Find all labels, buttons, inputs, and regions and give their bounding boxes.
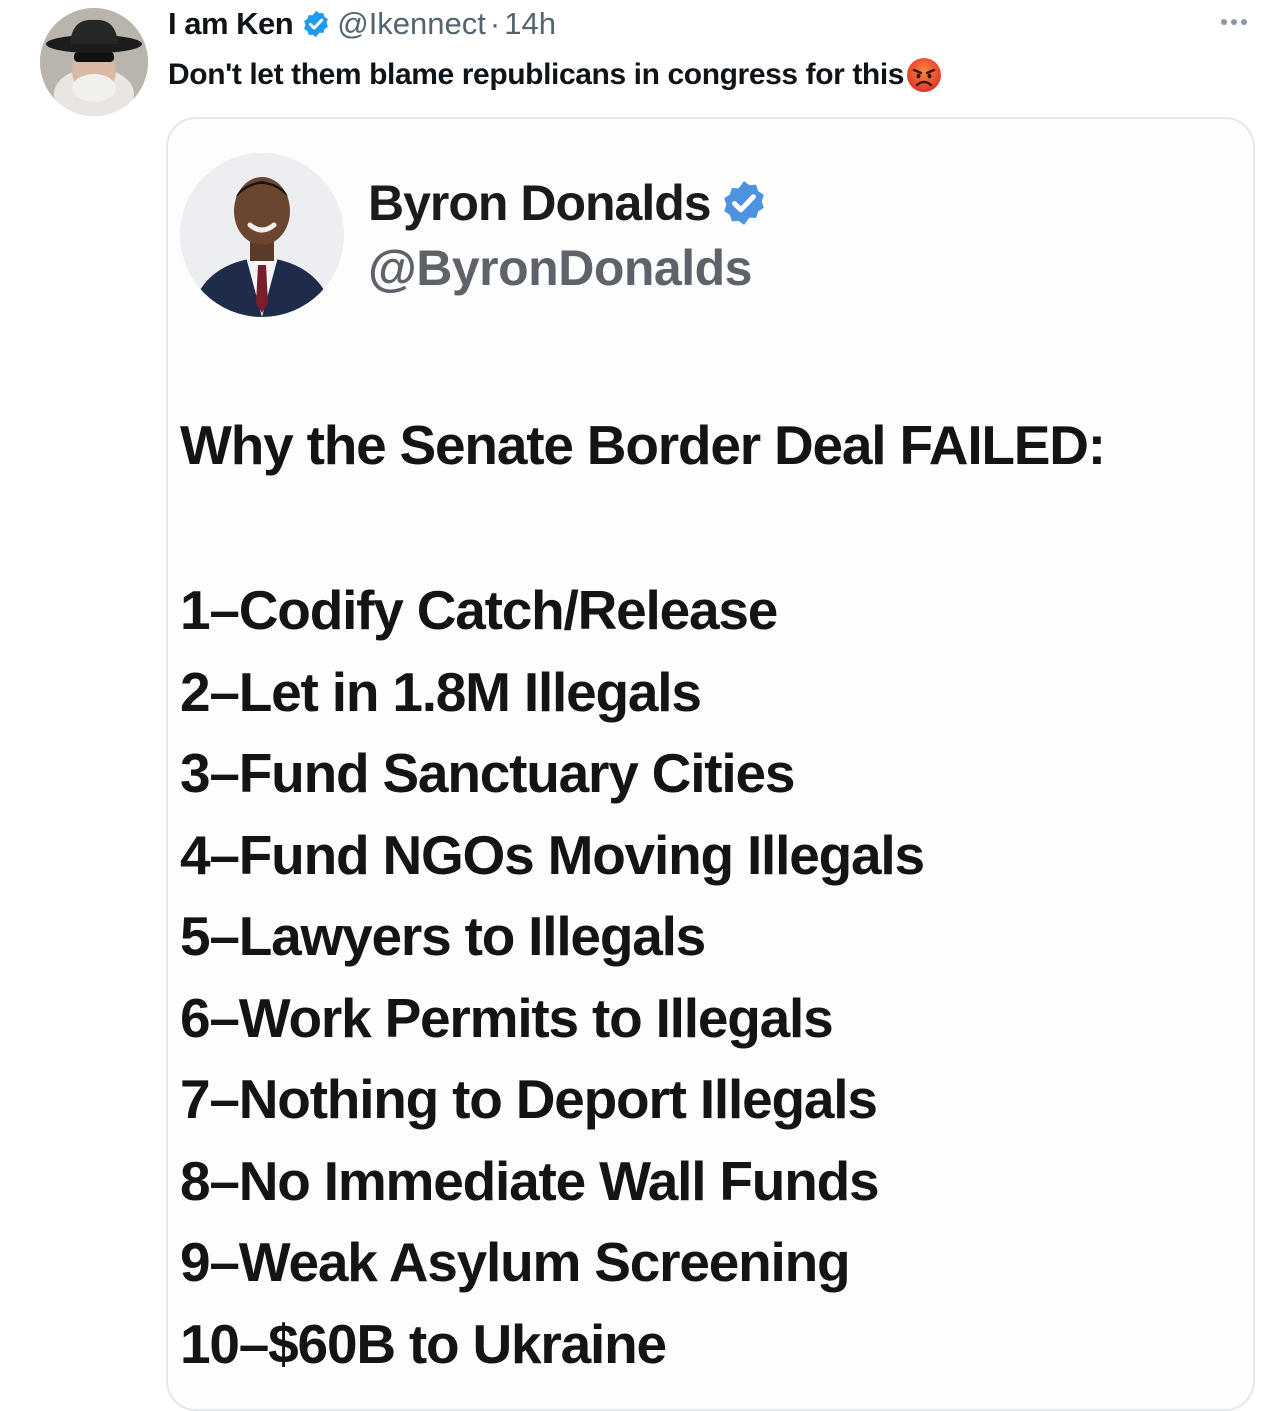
reason-item: 7–Nothing to Deport Illegals: [180, 1068, 878, 1130]
more-dot: [1231, 19, 1237, 25]
embedded-author-name-row: Byron Donalds: [368, 175, 769, 231]
embedded-author-handle: @ByronDonalds: [368, 240, 752, 296]
tweet-text: Don't let them blame republicans in cong…: [168, 52, 942, 98]
more-options-button[interactable]: [1212, 8, 1256, 36]
reasons-list: 1–Codify Catch/Release 2–Let in 1.8M Ill…: [180, 575, 925, 1390]
header-separator: ·: [489, 6, 501, 41]
reason-item: 4–Fund NGOs Moving Illegals: [180, 823, 925, 886]
reason-item: 6–Work Permits to Illegals: [180, 986, 834, 1049]
tweet-timestamp[interactable]: 14h: [504, 6, 556, 42]
media-card[interactable]: Byron Donalds @ByronDonalds Why the Sena…: [166, 117, 1255, 1411]
verified-badge-icon: [719, 178, 769, 228]
author-display-name[interactable]: I am Ken: [168, 6, 294, 42]
more-horizontal-icon: [1221, 19, 1227, 25]
reason-item: 8–No Immediate Wall Funds: [180, 1149, 880, 1212]
embedded-author-avatar: [180, 153, 344, 317]
author-avatar[interactable]: [40, 8, 148, 116]
reason-item: 2–Let in 1.8M Illegals: [180, 660, 702, 723]
embedded-author-name: Byron Donalds: [368, 175, 712, 231]
reason-item: 5–Lawyers to Illegals: [180, 905, 706, 967]
reason-item: 9–Weak Asylum Screening: [180, 1231, 851, 1293]
tweet-header: I am Ken @Ikennect · 14h: [168, 4, 556, 44]
angry-face-emoji-icon: [906, 57, 942, 93]
author-handle[interactable]: @Ikennect: [337, 6, 486, 42]
verified-badge-icon: [301, 9, 331, 39]
tweet-text-content: Don't let them blame republicans in cong…: [168, 58, 905, 91]
embedded-headline: Why the Senate Border Deal FAILED:: [180, 414, 1106, 476]
more-dot: [1241, 19, 1247, 25]
reason-item: 1–Codify Catch/Release: [180, 579, 778, 641]
reason-item: 3–Fund Sanctuary Cities: [180, 742, 795, 804]
